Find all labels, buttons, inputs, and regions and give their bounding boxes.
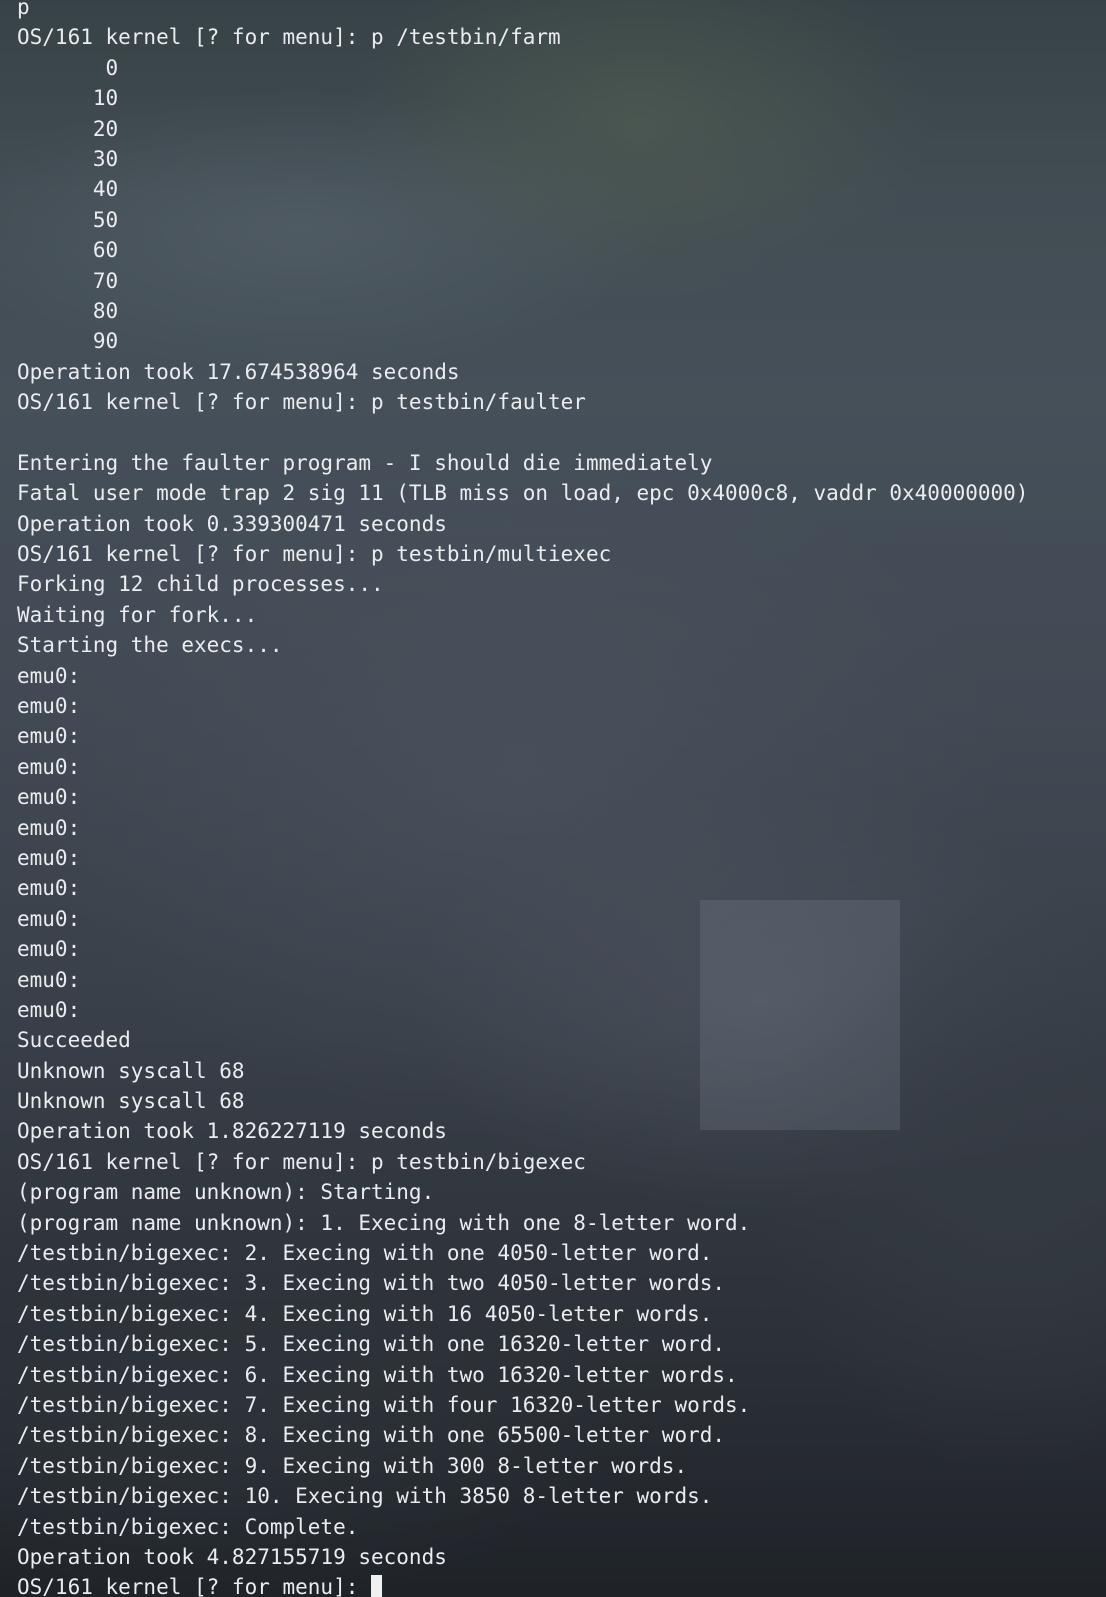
- terminal-line: 60: [17, 238, 119, 263]
- terminal-line: /testbin/bigexec: 4. Execing with 16 405…: [17, 1301, 713, 1326]
- terminal-line: 20: [17, 116, 119, 141]
- terminal-line: emu0:: [17, 845, 81, 870]
- terminal-line: 90: [17, 329, 119, 354]
- terminal-line: emu0:: [17, 785, 81, 810]
- terminal-line: emu0:: [17, 815, 81, 840]
- terminal-line: emu0:: [17, 967, 81, 992]
- terminal-line: OS/161 kernel [? for menu]: p testbin/fa…: [17, 390, 586, 415]
- terminal-line: 0: [17, 55, 119, 80]
- terminal-line: Entering the faulter program - I should …: [17, 450, 713, 475]
- terminal-line: /testbin/bigexec: 5. Execing with one 16…: [17, 1332, 726, 1357]
- terminal-line: Forking 12 child processes...: [17, 572, 384, 597]
- terminal-line: Operation took 0.339300471 seconds: [17, 511, 447, 536]
- terminal-line: Unknown syscall 68: [17, 1058, 245, 1083]
- terminal-line: OS/161 kernel [? for menu]: p testbin/mu…: [17, 542, 612, 567]
- terminal-line: Fatal user mode trap 2 sig 11 (TLB miss …: [17, 481, 1029, 506]
- terminal-line: /testbin/bigexec: 9. Execing with 300 8-…: [17, 1453, 688, 1478]
- terminal-line: emu0:: [17, 663, 81, 688]
- terminal-line: /testbin/bigexec: 8. Execing with one 65…: [17, 1423, 726, 1448]
- terminal-line: emu0:: [17, 754, 81, 779]
- terminal-line: 40: [17, 177, 119, 202]
- terminal-line: /testbin/bigexec: Complete.: [17, 1514, 359, 1539]
- terminal-line: p: [17, 0, 30, 19]
- terminal-line: Operation took 4.827155719 seconds: [17, 1544, 447, 1569]
- terminal-line: Operation took 1.826227119 seconds: [17, 1119, 447, 1144]
- terminal-line: OS/161 kernel [? for menu]: p testbin/bi…: [17, 1149, 586, 1174]
- terminal-line: emu0:: [17, 937, 81, 962]
- terminal-line: 80: [17, 298, 119, 323]
- terminal-line: (program name unknown): 1. Execing with …: [17, 1210, 751, 1235]
- terminal-line: Waiting for fork...: [17, 602, 258, 627]
- terminal-line: /testbin/bigexec: 7. Execing with four 1…: [17, 1392, 751, 1417]
- text-cursor: [371, 1575, 383, 1597]
- terminal-line: /testbin/bigexec: 10. Execing with 3850 …: [17, 1484, 713, 1509]
- terminal-line: /testbin/bigexec: 6. Execing with two 16…: [17, 1362, 738, 1387]
- terminal-line: 10: [17, 86, 119, 111]
- terminal-line: Operation took 17.674538964 seconds: [17, 359, 460, 384]
- terminal-line: emu0:: [17, 876, 81, 901]
- terminal-line: emu0:: [17, 997, 81, 1022]
- terminal-window[interactable]: p OS/161 kernel [? for menu]: p /testbin/…: [0, 0, 1106, 1597]
- terminal-line: 30: [17, 146, 119, 171]
- terminal-output: p OS/161 kernel [? for menu]: p /testbin/…: [0, 0, 1106, 1597]
- terminal-line: emu0:: [17, 906, 81, 931]
- prompt-text: OS/161 kernel [? for menu]:: [17, 1575, 372, 1597]
- terminal-line: Starting the execs...: [17, 633, 283, 658]
- terminal-line: emu0:: [17, 724, 81, 749]
- terminal-line: 70: [17, 268, 119, 293]
- terminal-line: 50: [17, 207, 119, 232]
- terminal-line: Succeeded: [17, 1028, 131, 1053]
- terminal-line: (program name unknown): Starting.: [17, 1180, 435, 1205]
- prompt-line[interactable]: OS/161 kernel [? for menu]:: [17, 1572, 1106, 1597]
- terminal-line: Unknown syscall 68: [17, 1089, 245, 1114]
- terminal-line: emu0:: [17, 693, 81, 718]
- terminal-line: /testbin/bigexec: 2. Execing with one 40…: [17, 1241, 713, 1266]
- terminal-line: /testbin/bigexec: 3. Execing with two 40…: [17, 1271, 726, 1296]
- terminal-line: OS/161 kernel [? for menu]: p /testbin/f…: [17, 25, 561, 50]
